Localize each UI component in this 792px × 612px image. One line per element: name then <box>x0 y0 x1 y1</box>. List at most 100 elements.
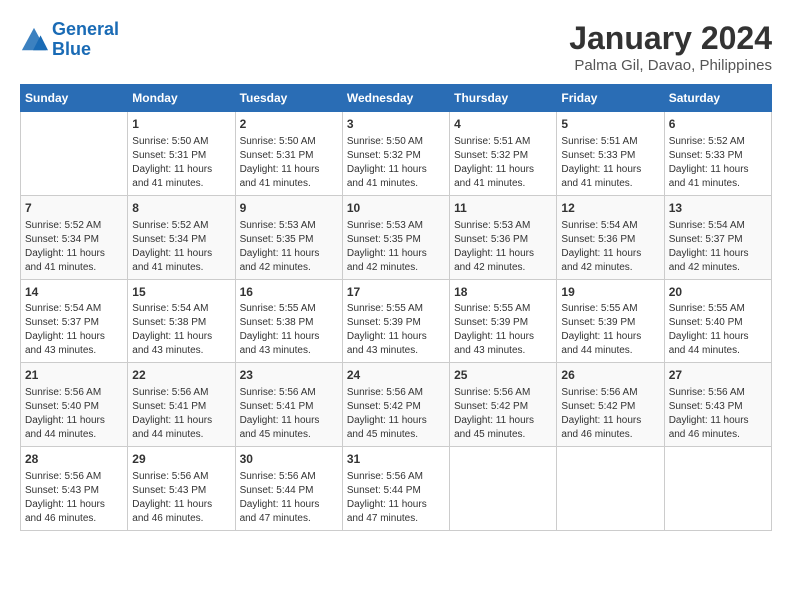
day-number: 19 <box>561 284 659 301</box>
day-number: 31 <box>347 451 445 468</box>
day-number: 16 <box>240 284 338 301</box>
calendar-day-cell <box>557 447 664 531</box>
day-info: Sunrise: 5:54 AMSunset: 5:37 PMDaylight:… <box>25 302 123 358</box>
day-info: Sunrise: 5:56 AMSunset: 5:41 PMDaylight:… <box>132 386 230 442</box>
calendar-day-cell <box>664 447 771 531</box>
calendar-day-cell: 17Sunrise: 5:55 AMSunset: 5:39 PMDayligh… <box>342 279 449 363</box>
calendar-day-cell: 22 Sunrise: 5:56 AMSunset: 5:41 PMDayligh… <box>128 363 235 447</box>
calendar-day-cell: 14Sunrise: 5:54 AMSunset: 5:37 PMDayligh… <box>21 279 128 363</box>
calendar-day-cell: 30 Sunrise: 5:56 AMSunset: 5:44 PMDayligh… <box>235 447 342 531</box>
day-number: 6 <box>669 116 767 133</box>
calendar-day-cell: 16Sunrise: 5:55 AMSunset: 5:38 PMDayligh… <box>235 279 342 363</box>
day-number: 27 <box>669 367 767 384</box>
calendar-day-cell: 10 Sunrise: 5:53 AMSunset: 5:35 PMDayligh… <box>342 195 449 279</box>
day-info: Sunrise: 5:51 AMSunset: 5:32 PMDaylight:… <box>454 135 552 191</box>
day-info: Sunrise: 5:56 AMSunset: 5:42 PMDaylight:… <box>454 386 552 442</box>
day-info: Sunrise: 5:50 AMSunset: 5:32 PMDaylight:… <box>347 135 445 191</box>
calendar-day-cell: 6Sunrise: 5:52 AMSunset: 5:33 PMDaylight… <box>664 112 771 196</box>
day-info: Sunrise: 5:56 AMSunset: 5:40 PMDaylight:… <box>25 386 123 442</box>
calendar-week-row: 7 Sunrise: 5:52 AMSunset: 5:34 PMDaylight… <box>21 195 772 279</box>
day-number: 10 <box>347 200 445 217</box>
calendar-day-cell: 29 Sunrise: 5:56 AMSunset: 5:43 PMDayligh… <box>128 447 235 531</box>
day-number: 5 <box>561 116 659 133</box>
calendar-day-cell: 26 Sunrise: 5:56 AMSunset: 5:42 PMDayligh… <box>557 363 664 447</box>
calendar-day-cell: 9Sunrise: 5:53 AMSunset: 5:35 PMDaylight… <box>235 195 342 279</box>
weekday-header: Wednesday <box>342 85 449 112</box>
main-title: January 2024 <box>569 20 772 57</box>
calendar-day-cell: 27 Sunrise: 5:56 AMSunset: 5:43 PMDayligh… <box>664 363 771 447</box>
calendar-day-cell: 12 Sunrise: 5:54 AMSunset: 5:36 PMDayligh… <box>557 195 664 279</box>
calendar-day-cell: 18Sunrise: 5:55 AMSunset: 5:39 PMDayligh… <box>450 279 557 363</box>
day-info: Sunrise: 5:56 AMSunset: 5:43 PMDaylight:… <box>25 470 123 526</box>
calendar-day-cell: 2Sunrise: 5:50 AMSunset: 5:31 PMDaylight… <box>235 112 342 196</box>
subtitle: Palma Gil, Davao, Philippines <box>569 57 772 74</box>
calendar-day-cell: 13 Sunrise: 5:54 AMSunset: 5:37 PMDayligh… <box>664 195 771 279</box>
calendar-week-row: 1Sunrise: 5:50 AMSunset: 5:31 PMDaylight… <box>21 112 772 196</box>
day-number: 29 <box>132 451 230 468</box>
day-number: 18 <box>454 284 552 301</box>
calendar-day-cell: 31Sunrise: 5:56 AMSunset: 5:44 PMDayligh… <box>342 447 449 531</box>
day-info: Sunrise: 5:56 AMSunset: 5:43 PMDaylight:… <box>669 386 767 442</box>
calendar-table: SundayMondayTuesdayWednesdayThursdayFrid… <box>20 84 772 531</box>
day-info: Sunrise: 5:56 AMSunset: 5:44 PMDaylight:… <box>240 470 338 526</box>
day-info: Sunrise: 5:53 AMSunset: 5:35 PMDaylight:… <box>347 219 445 275</box>
day-info: Sunrise: 5:51 AMSunset: 5:33 PMDaylight:… <box>561 135 659 191</box>
calendar-week-row: 14Sunrise: 5:54 AMSunset: 5:37 PMDayligh… <box>21 279 772 363</box>
weekday-header: Saturday <box>664 85 771 112</box>
day-number: 8 <box>132 200 230 217</box>
day-info: Sunrise: 5:52 AMSunset: 5:34 PMDaylight:… <box>132 219 230 275</box>
day-number: 30 <box>240 451 338 468</box>
calendar-day-cell: 11Sunrise: 5:53 AMSunset: 5:36 PMDayligh… <box>450 195 557 279</box>
day-number: 11 <box>454 200 552 217</box>
weekday-header: Monday <box>128 85 235 112</box>
day-info: Sunrise: 5:52 AMSunset: 5:34 PMDaylight:… <box>25 219 123 275</box>
weekday-header: Sunday <box>21 85 128 112</box>
logo-text: General Blue <box>52 20 119 60</box>
weekday-header-row: SundayMondayTuesdayWednesdayThursdayFrid… <box>21 85 772 112</box>
day-info: Sunrise: 5:55 AMSunset: 5:40 PMDaylight:… <box>669 302 767 358</box>
calendar-day-cell <box>21 112 128 196</box>
calendar-day-cell: 7 Sunrise: 5:52 AMSunset: 5:34 PMDaylight… <box>21 195 128 279</box>
day-number: 3 <box>347 116 445 133</box>
day-number: 12 <box>561 200 659 217</box>
weekday-header: Friday <box>557 85 664 112</box>
day-info: Sunrise: 5:55 AMSunset: 5:39 PMDaylight:… <box>561 302 659 358</box>
calendar-day-cell: 24Sunrise: 5:56 AMSunset: 5:42 PMDayligh… <box>342 363 449 447</box>
day-info: Sunrise: 5:55 AMSunset: 5:39 PMDaylight:… <box>454 302 552 358</box>
day-number: 15 <box>132 284 230 301</box>
calendar-week-row: 21Sunrise: 5:56 AMSunset: 5:40 PMDayligh… <box>21 363 772 447</box>
title-block: January 2024 Palma Gil, Davao, Philippin… <box>569 20 772 74</box>
day-info: Sunrise: 5:55 AMSunset: 5:39 PMDaylight:… <box>347 302 445 358</box>
day-info: Sunrise: 5:50 AMSunset: 5:31 PMDaylight:… <box>240 135 338 191</box>
day-number: 20 <box>669 284 767 301</box>
day-number: 24 <box>347 367 445 384</box>
calendar-week-row: 28Sunrise: 5:56 AMSunset: 5:43 PMDayligh… <box>21 447 772 531</box>
calendar-day-cell <box>450 447 557 531</box>
calendar-day-cell: 19Sunrise: 5:55 AMSunset: 5:39 PMDayligh… <box>557 279 664 363</box>
logo-icon <box>20 26 48 54</box>
day-info: Sunrise: 5:56 AMSunset: 5:42 PMDaylight:… <box>561 386 659 442</box>
day-info: Sunrise: 5:50 AMSunset: 5:31 PMDaylight:… <box>132 135 230 191</box>
day-number: 23 <box>240 367 338 384</box>
weekday-header: Tuesday <box>235 85 342 112</box>
day-number: 13 <box>669 200 767 217</box>
day-number: 26 <box>561 367 659 384</box>
calendar-day-cell: 8 Sunrise: 5:52 AMSunset: 5:34 PMDaylight… <box>128 195 235 279</box>
day-number: 14 <box>25 284 123 301</box>
logo: General Blue <box>20 20 119 60</box>
day-number: 7 <box>25 200 123 217</box>
page-header: General Blue January 2024 Palma Gil, Dav… <box>20 20 772 74</box>
calendar-day-cell: 3 Sunrise: 5:50 AMSunset: 5:32 PMDaylight… <box>342 112 449 196</box>
day-info: Sunrise: 5:56 AMSunset: 5:41 PMDaylight:… <box>240 386 338 442</box>
calendar-day-cell: 15Sunrise: 5:54 AMSunset: 5:38 PMDayligh… <box>128 279 235 363</box>
calendar-day-cell: 21Sunrise: 5:56 AMSunset: 5:40 PMDayligh… <box>21 363 128 447</box>
day-number: 17 <box>347 284 445 301</box>
day-number: 4 <box>454 116 552 133</box>
day-info: Sunrise: 5:56 AMSunset: 5:43 PMDaylight:… <box>132 470 230 526</box>
calendar-day-cell: 23 Sunrise: 5:56 AMSunset: 5:41 PMDayligh… <box>235 363 342 447</box>
day-info: Sunrise: 5:54 AMSunset: 5:37 PMDaylight:… <box>669 219 767 275</box>
day-number: 22 <box>132 367 230 384</box>
day-info: Sunrise: 5:54 AMSunset: 5:38 PMDaylight:… <box>132 302 230 358</box>
calendar-day-cell: 20Sunrise: 5:55 AMSunset: 5:40 PMDayligh… <box>664 279 771 363</box>
day-info: Sunrise: 5:54 AMSunset: 5:36 PMDaylight:… <box>561 219 659 275</box>
